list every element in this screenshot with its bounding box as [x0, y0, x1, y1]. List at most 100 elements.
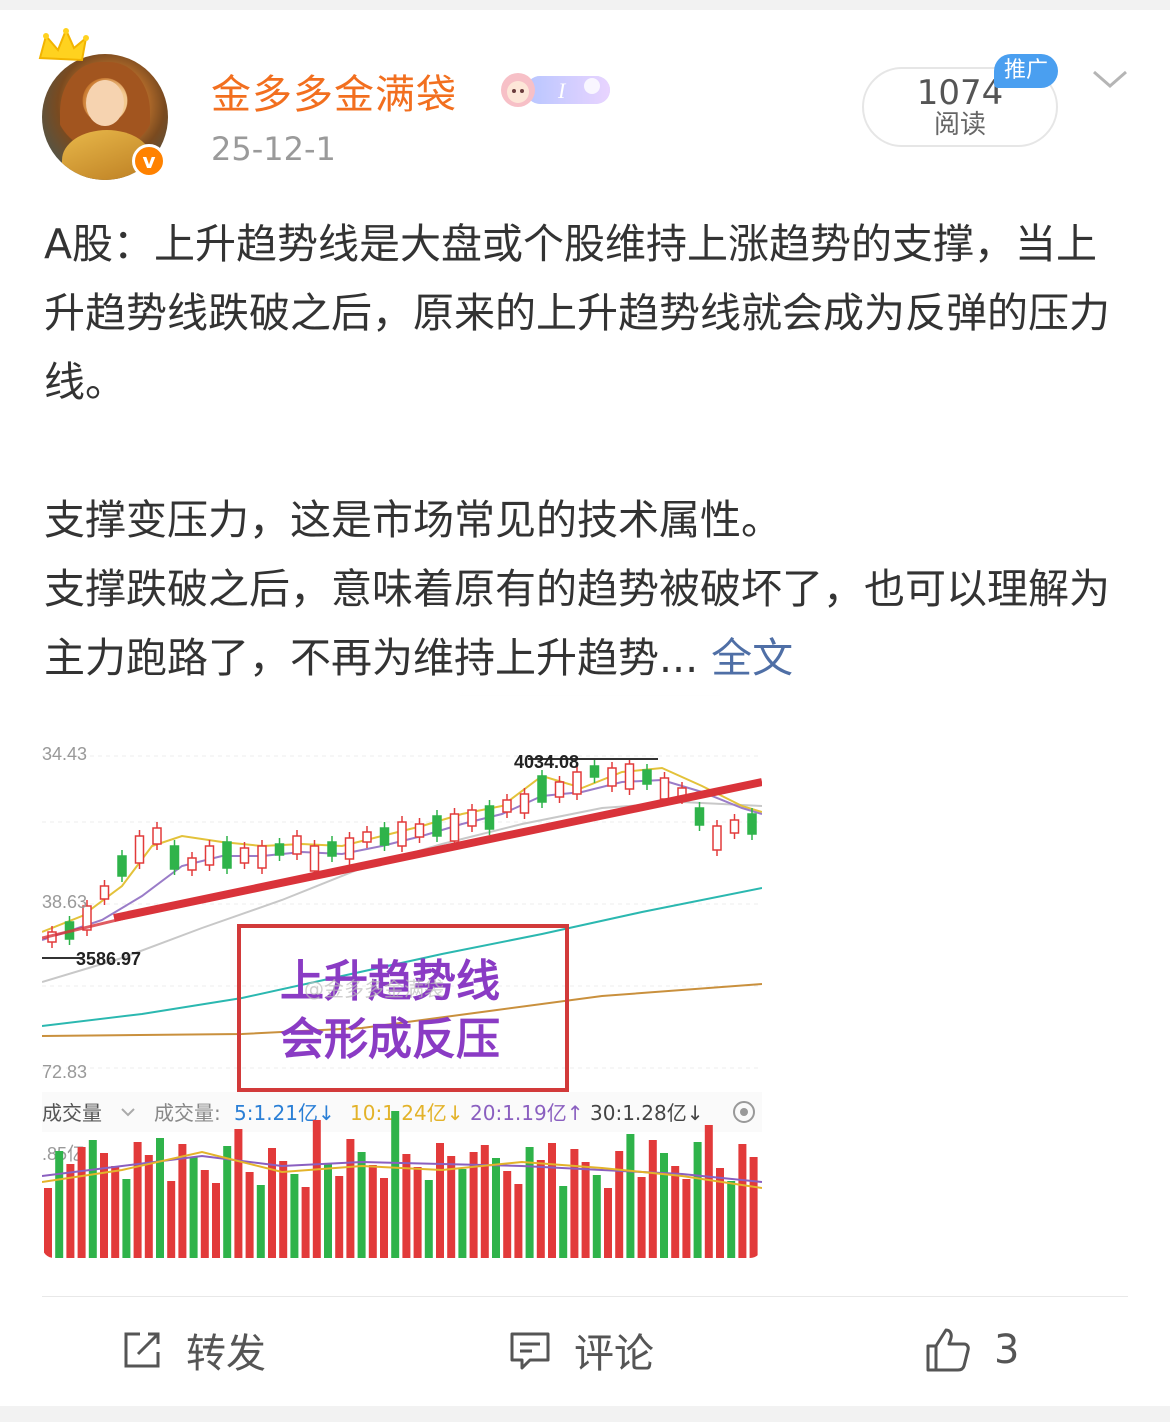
volume-bar: [133, 1142, 142, 1258]
volume-bar: [88, 1140, 97, 1258]
candle: [152, 827, 162, 845]
volume-bar: [693, 1142, 702, 1258]
post-paragraph-1: A股：上升趋势线是大盘或个股维持上涨趋势的支撑，当上升趋势线跌破之后，原来的上升…: [44, 220, 1110, 406]
candle: [537, 775, 547, 803]
promo-badge: 推广: [994, 54, 1058, 88]
candle: [222, 841, 232, 869]
candle: [484, 805, 495, 830]
volume-ma10: 10:1.24亿↓: [350, 1101, 463, 1125]
candle: [274, 843, 285, 856]
username[interactable]: 金多多金满袋: [211, 62, 457, 120]
volume-bar: [55, 1151, 64, 1258]
post-text: A股：上升趋势线是大盘或个股维持上涨趋势的支撑，当上升趋势线跌破之后，原来的上升…: [44, 210, 1134, 693]
volume-bar: [626, 1134, 635, 1258]
volume-bar: [212, 1183, 220, 1258]
candle: [624, 763, 635, 790]
volume-bar: [324, 1163, 332, 1258]
price-label-low: 3586.97: [76, 949, 141, 969]
volume-bar: [111, 1166, 120, 1258]
candle: [204, 845, 215, 866]
volume-bar: [44, 1188, 52, 1258]
verified-icon: v: [132, 144, 166, 178]
volume-bar: [234, 1129, 243, 1258]
volume-bar: [380, 1178, 388, 1258]
volume-bar: [223, 1146, 232, 1258]
repost-icon: [124, 1332, 160, 1368]
volume-bar: [402, 1154, 411, 1258]
volume-bar: [592, 1175, 601, 1258]
annotation-line-2: 会形成反压: [280, 1014, 500, 1065]
volume-bar: [144, 1155, 153, 1258]
candle: [589, 765, 600, 778]
volume-bar: [436, 1143, 444, 1258]
candle: [502, 799, 512, 813]
comment-button[interactable]: 评论: [508, 1322, 654, 1378]
volume-bars: [44, 1111, 758, 1258]
candle: [309, 845, 320, 872]
volume-bar: [514, 1184, 523, 1258]
volume-bar: [458, 1169, 467, 1258]
volume-bar: [424, 1180, 433, 1258]
action-divider: [42, 1296, 1128, 1297]
volume-bar: [413, 1167, 422, 1258]
post-date: 25-12-1: [211, 130, 336, 168]
like-button[interactable]: 3: [924, 1322, 1019, 1378]
candle: [432, 815, 442, 837]
volume-bar: [682, 1179, 691, 1258]
volume-bar: [290, 1174, 299, 1258]
candle: [607, 767, 617, 787]
post-image[interactable]: 34.43 4034.08 38.63 3586.97 72.83 上升趋势线 …: [42, 696, 762, 1258]
candle: [239, 847, 250, 864]
volume-bar: [122, 1179, 131, 1258]
candle: [257, 845, 267, 869]
candle: [729, 819, 740, 834]
post-paragraph-2: 支撑变压力，这是市场常见的技术属性。: [44, 496, 782, 544]
post-paragraph-3-text: 支撑跌破之后，意味着原有的趋势被破坏了，也可以理解为主力跑路了，不再为维持上升趋…: [44, 565, 1110, 682]
volume-bar: [581, 1162, 590, 1258]
volume-bar: [637, 1177, 646, 1258]
candle: [379, 827, 390, 846]
thumbs-up-icon: [926, 1328, 970, 1372]
volume-ma20: 20:1.19亿↑: [470, 1101, 583, 1125]
volume-bar: [256, 1185, 265, 1258]
volume-bar: [671, 1166, 680, 1258]
full-text-link[interactable]: 全文: [711, 634, 793, 682]
volume-bar: [200, 1170, 209, 1258]
candle: [554, 781, 565, 798]
candle: [414, 823, 425, 838]
candle: [362, 831, 372, 843]
volume-bar: [536, 1160, 545, 1258]
candle: [169, 845, 180, 870]
price-label: 38.63: [42, 892, 87, 912]
price-label: 72.83: [42, 1062, 87, 1082]
volume-bar: [77, 1147, 86, 1258]
volume-dropdown[interactable]: 成交量: [42, 1101, 102, 1125]
crown-icon: [38, 28, 89, 62]
price-label: 34.43: [42, 744, 87, 764]
candle: [134, 835, 145, 864]
volume-bar: [548, 1143, 556, 1258]
volume-bar: [156, 1138, 164, 1258]
volume-bar: [660, 1153, 668, 1258]
candle: [467, 809, 477, 827]
candle: [292, 835, 302, 855]
stock-chart-image: 34.43 4034.08 38.63 3586.97 72.83 上升趋势线 …: [42, 744, 762, 1258]
chevron-down-icon[interactable]: [1090, 64, 1130, 96]
candle: [327, 841, 337, 857]
bottom-strip: [0, 1406, 1170, 1422]
volume-bar: [604, 1188, 612, 1258]
volume-bar: [503, 1171, 512, 1258]
volume-bar: [492, 1158, 500, 1258]
member-badge-icon: I: [501, 73, 610, 107]
volume-ma30: 30:1.28亿↓: [590, 1101, 703, 1125]
candle: [117, 855, 127, 877]
candle: [659, 777, 670, 800]
repost-button[interactable]: 转发: [120, 1322, 266, 1378]
candle: [747, 813, 757, 835]
candle: [642, 769, 652, 785]
volume-bar: [189, 1157, 198, 1258]
volume-bar: [738, 1144, 747, 1258]
candle: [344, 837, 355, 860]
volume-bar: [178, 1144, 187, 1258]
volume-bar: [559, 1186, 568, 1258]
